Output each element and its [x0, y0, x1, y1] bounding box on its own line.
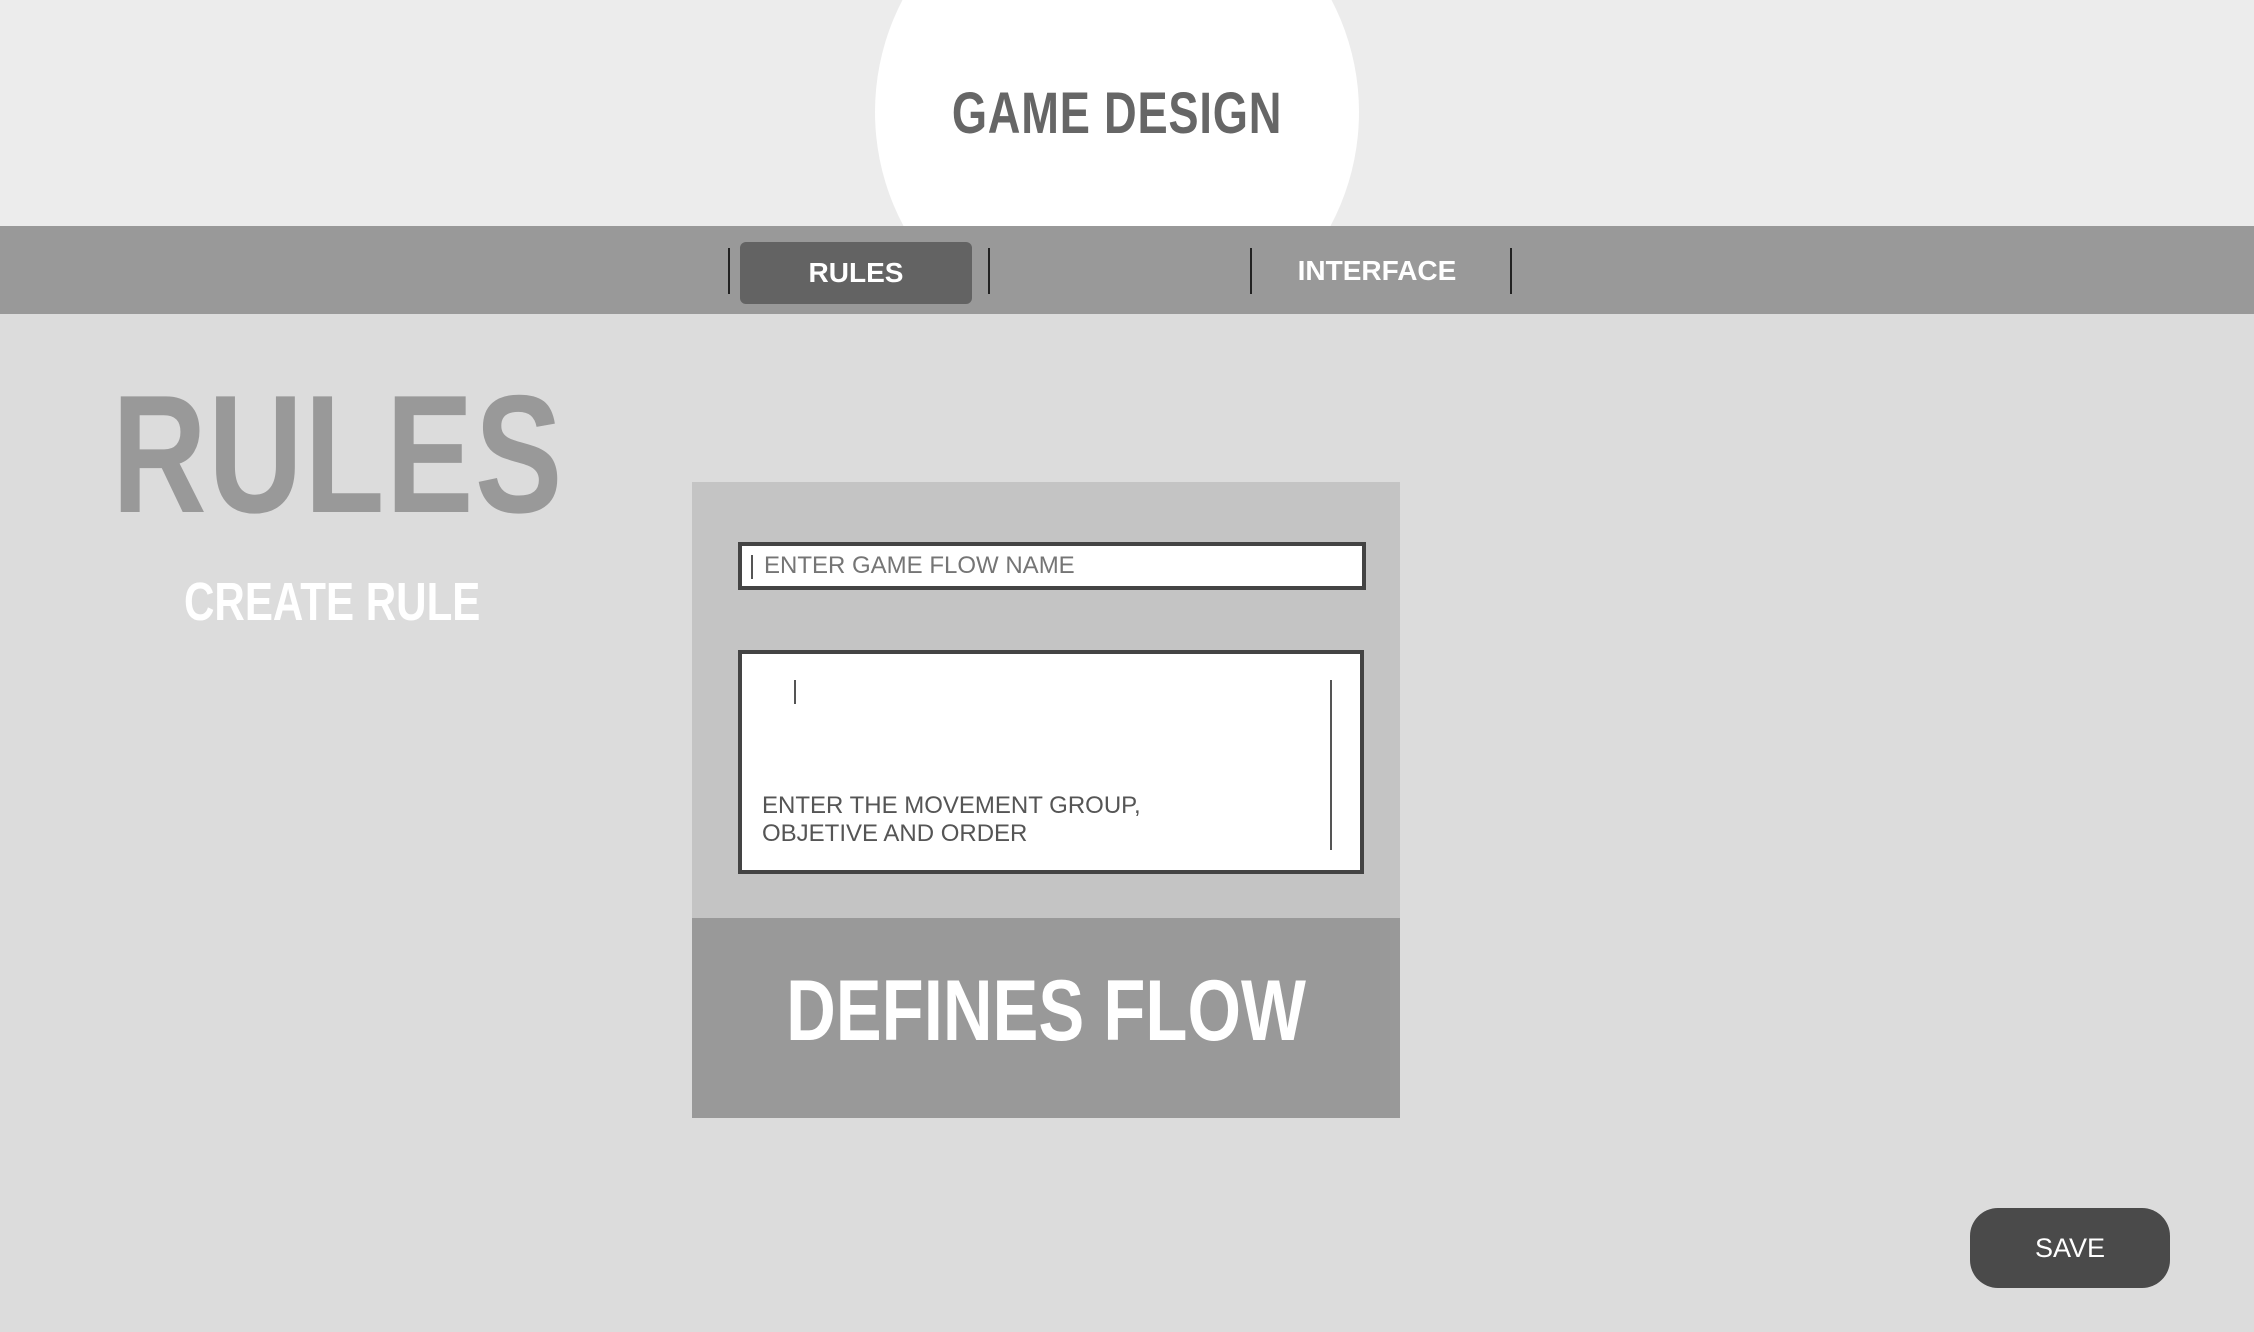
- nav-divider: [728, 248, 730, 294]
- page-subtitle: CREATE RULE: [184, 572, 481, 632]
- textarea-placeholder: ENTER THE MOVEMENT GROUP, OBJETIVE AND O…: [762, 792, 1262, 848]
- nav-bar: RULES INTERFACE: [0, 226, 2254, 314]
- textarea-scrollbar[interactable]: [1330, 680, 1332, 850]
- placeholder-line: ENTER THE MOVEMENT GROUP,: [762, 792, 1141, 819]
- tab-interface[interactable]: INTERFACE: [1252, 242, 1502, 302]
- placeholder-line: OBJETIVE AND ORDER: [762, 820, 1028, 847]
- app-title: GAME DESIGN: [951, 81, 1283, 146]
- page-title: RULES: [112, 360, 564, 548]
- header: GAME DESIGN: [0, 0, 2254, 226]
- rule-form-body: ENTER THE MOVEMENT GROUP, OBJETIVE AND O…: [692, 482, 1400, 918]
- defines-flow-label: DEFINES FLOW: [786, 963, 1306, 1059]
- nav-divider: [1510, 248, 1512, 294]
- game-flow-name-input[interactable]: [738, 542, 1366, 590]
- tab-rules[interactable]: RULES: [740, 242, 972, 304]
- tab-blank[interactable]: [990, 242, 1250, 304]
- defines-flow-panel: DEFINES FLOW: [692, 918, 1400, 1118]
- text-caret: [751, 555, 753, 579]
- text-caret: [794, 680, 796, 704]
- movement-description-textarea[interactable]: ENTER THE MOVEMENT GROUP, OBJETIVE AND O…: [738, 650, 1364, 874]
- save-button[interactable]: SAVE: [1970, 1208, 2170, 1288]
- rule-form-card: ENTER THE MOVEMENT GROUP, OBJETIVE AND O…: [692, 482, 1400, 1118]
